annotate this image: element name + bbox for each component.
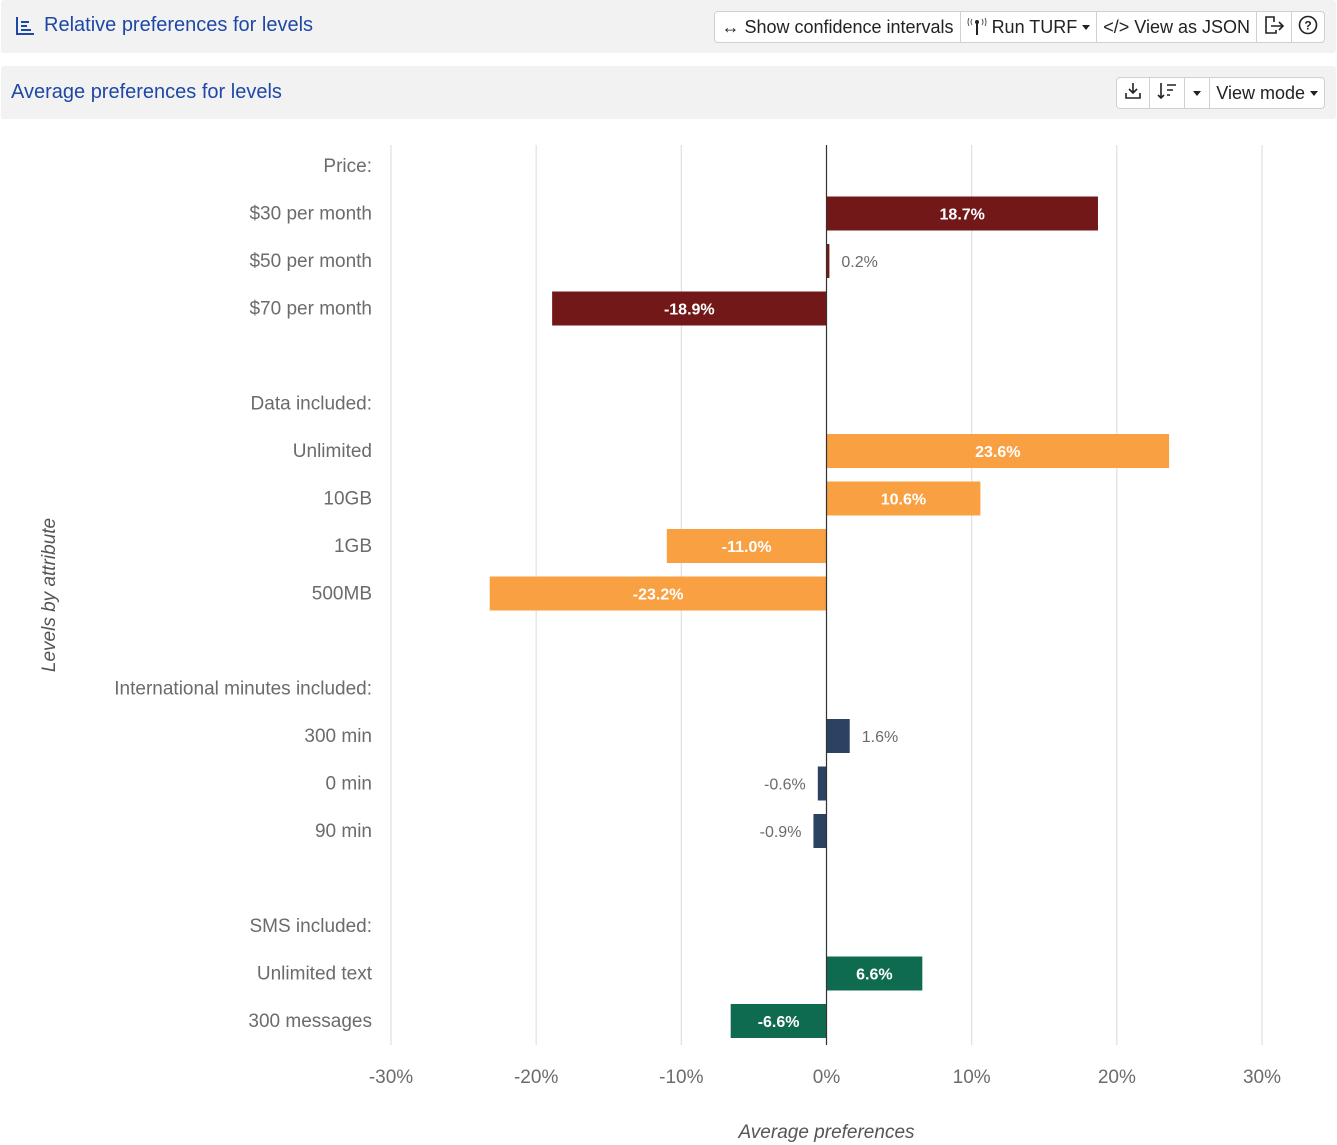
y-axis-title: Levels by attribute: [39, 518, 60, 672]
level-label: $50 per month: [249, 251, 372, 272]
download-icon: [1123, 81, 1143, 106]
x-tick-label: -20%: [514, 1067, 558, 1088]
download-button[interactable]: [1117, 78, 1151, 108]
bar[interactable]: [813, 814, 827, 848]
data-label: -0.6%: [764, 777, 806, 794]
data-label: -23.2%: [633, 587, 684, 604]
level-label: 300 min: [304, 726, 372, 747]
view-mode-dropdown[interactable]: View mode: [1210, 78, 1324, 108]
sort-icon: [1156, 81, 1178, 106]
show-confidence-intervals-button[interactable]: ↔ Show confidence intervals: [715, 12, 961, 42]
level-label: 1GB: [334, 536, 372, 557]
x-tick-label: -10%: [659, 1067, 703, 1088]
panel-title-text: Relative preferences for levels: [44, 14, 314, 36]
run-turf-button[interactable]: Run TURF: [961, 12, 1098, 42]
level-label: 0 min: [326, 774, 372, 795]
panel-title: Relative preferences for levels: [15, 14, 313, 37]
level-label: Unlimited: [293, 441, 372, 462]
attribute-label: International minutes included:: [114, 679, 372, 700]
attribute-label: SMS included:: [249, 916, 372, 937]
level-label: $70 per month: [249, 299, 372, 320]
subpanel-title: Average preferences for levels: [11, 81, 282, 103]
svg-text:?: ?: [1304, 18, 1311, 32]
code-icon: </>: [1103, 16, 1130, 37]
bar[interactable]: [817, 766, 827, 801]
x-tick-labels: -30% -20% -10% 0% 10% 20% 30%: [369, 1067, 1281, 1088]
subpanel-toolbar: View mode: [1116, 77, 1325, 109]
level-label: 500MB: [312, 584, 372, 605]
data-label: 1.6%: [862, 729, 898, 746]
export-button[interactable]: [1257, 12, 1292, 42]
bar-chart-icon: [15, 16, 35, 36]
data-label: 10.6%: [881, 492, 926, 509]
attribute-label: Price:: [323, 156, 372, 177]
data-label: -6.6%: [758, 1014, 800, 1031]
data-label: 23.6%: [975, 444, 1020, 461]
view-as-json-button[interactable]: </> View as JSON: [1097, 12, 1257, 42]
data-label: -11.0%: [722, 539, 772, 556]
caret-down-icon: [1310, 90, 1318, 96]
sort-options-dropdown[interactable]: [1185, 78, 1211, 108]
data-label: -18.9%: [664, 302, 715, 319]
export-icon: [1263, 15, 1285, 40]
level-label: 300 messages: [248, 1011, 372, 1032]
level-label: 10GB: [323, 489, 372, 510]
antenna-icon: [967, 18, 987, 36]
x-tick-label: -30%: [369, 1067, 413, 1088]
double-arrow-icon: ↔: [721, 16, 740, 37]
bar-chart: 18.7% 0.2% -18.9% 23.6% 10.6% -11.0% -23.2% 1.6…: [39, 145, 1281, 1143]
x-tick-label: 20%: [1098, 1067, 1136, 1088]
caret-down-icon: [1193, 90, 1202, 96]
level-label: $30 per month: [249, 204, 372, 225]
data-label: 18.7%: [940, 207, 985, 224]
data-label: 6.6%: [856, 967, 892, 984]
help-icon: ?: [1298, 15, 1318, 40]
x-tick-label: 30%: [1243, 1067, 1281, 1088]
data-label: 0.2%: [841, 254, 877, 271]
bar[interactable]: [826, 719, 850, 753]
bars: 18.7% 0.2% -18.9% 23.6% 10.6% -11.0% -23.2% 1.6…: [489, 196, 1170, 1038]
panel-toolbar: ↔ Show confidence intervals Run TURF </>…: [714, 11, 1325, 43]
category-labels: Price: $30 per month $50 per month $70 per …: [114, 156, 372, 1032]
x-tick-label: 10%: [953, 1067, 991, 1088]
level-label: Unlimited text: [257, 964, 373, 985]
help-button[interactable]: ?: [1292, 12, 1324, 42]
level-label: 90 min: [315, 821, 372, 842]
sort-button[interactable]: [1150, 78, 1186, 108]
x-axis-title: Average preferences: [737, 1122, 915, 1143]
x-tick-label: 0%: [813, 1067, 841, 1088]
caret-down-icon: [1082, 24, 1091, 30]
data-label: -0.9%: [760, 824, 802, 841]
attribute-label: Data included:: [251, 394, 372, 415]
